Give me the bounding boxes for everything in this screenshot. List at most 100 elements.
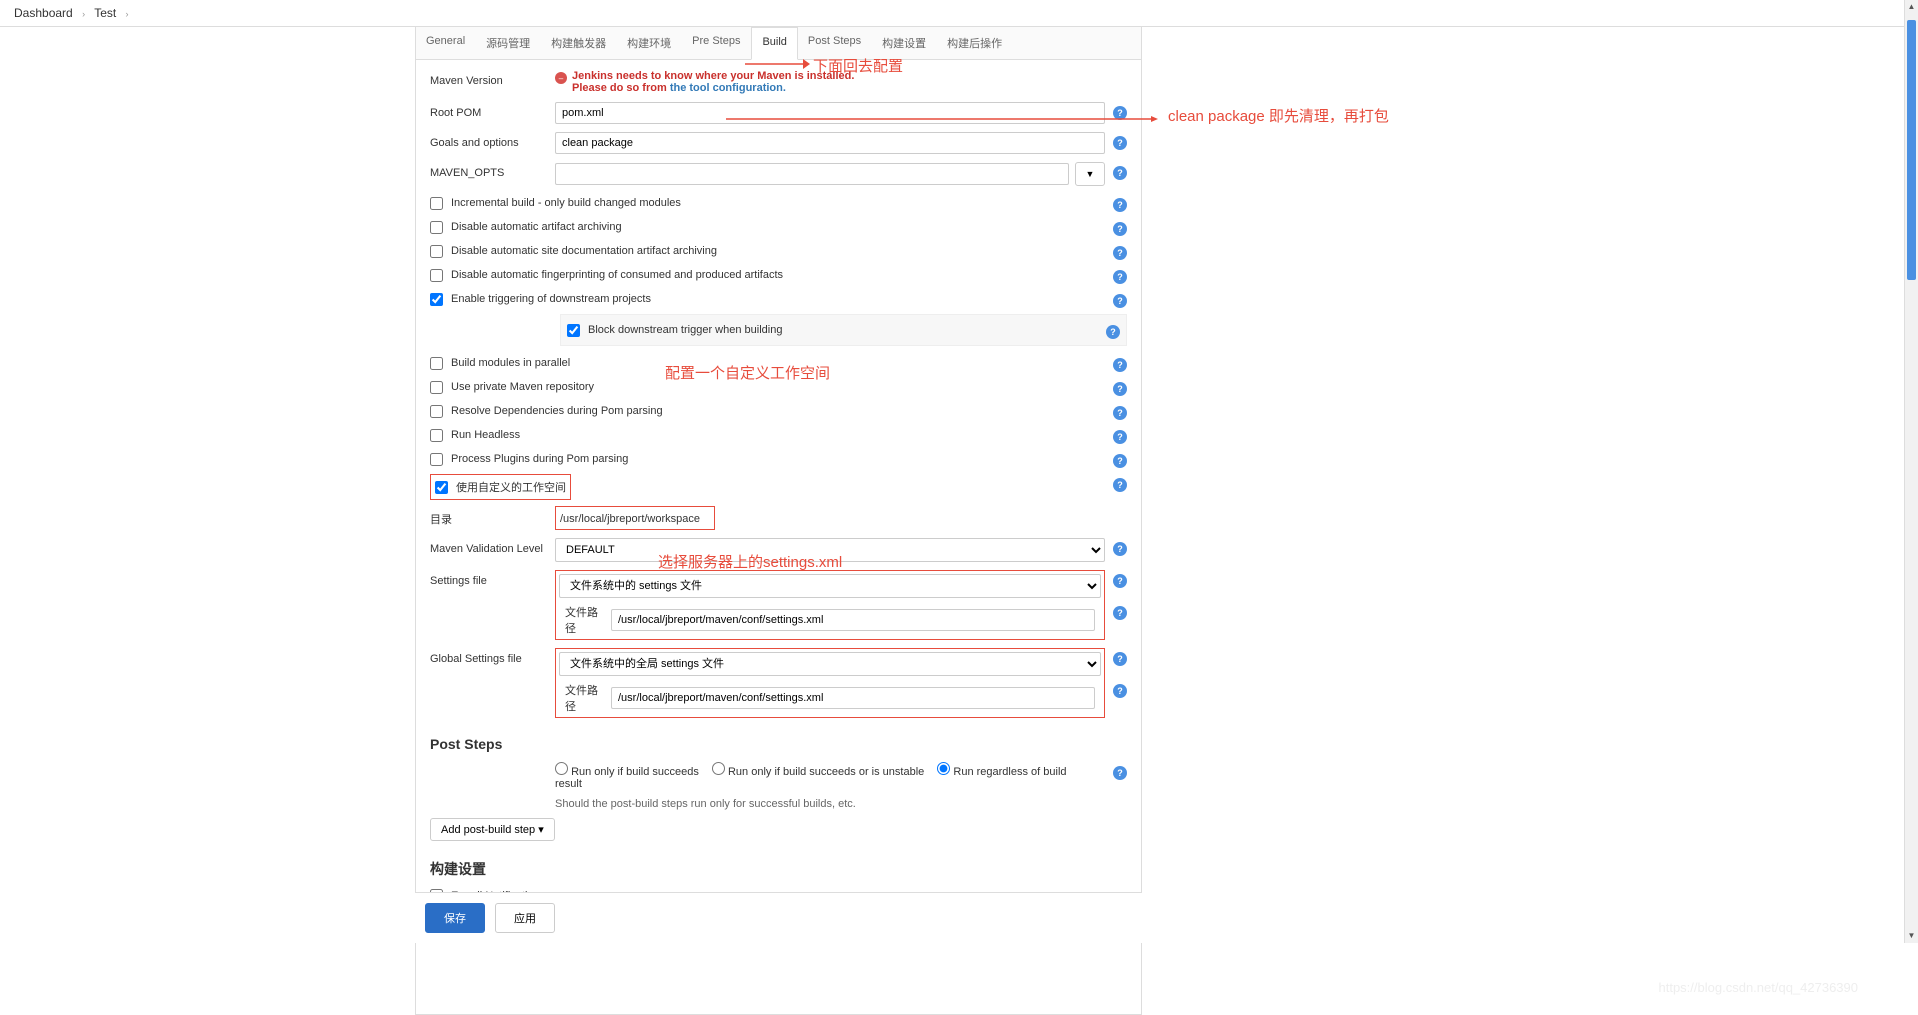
breadcrumb-test[interactable]: Test <box>94 6 116 20</box>
private-repo-check[interactable] <box>430 381 443 394</box>
help-icon[interactable]: ? <box>1113 766 1127 780</box>
settings-file-select[interactable]: 文件系统中的 settings 文件 <box>559 574 1101 598</box>
radio-regardless[interactable] <box>937 762 950 775</box>
root-pom-input[interactable] <box>555 102 1105 124</box>
custom-workspace-label: 使用自定义的工作空间 <box>456 479 566 495</box>
breadcrumb: Dashboard › Test › <box>0 0 1918 27</box>
post-steps-heading: Post Steps <box>430 736 1127 752</box>
disable-fingerprint-label: Disable automatic fingerprinting of cons… <box>451 269 1105 281</box>
help-icon[interactable]: ? <box>1113 136 1127 150</box>
tab-post-steps[interactable]: Post Steps <box>798 27 872 59</box>
directory-label: 目录 <box>430 506 555 527</box>
tab-triggers[interactable]: 构建触发器 <box>541 27 617 59</box>
expand-button[interactable]: ▼ <box>1075 162 1105 186</box>
config-panel: General 源码管理 构建触发器 构建环境 Pre Steps Build … <box>415 27 1142 1015</box>
help-icon[interactable]: ? <box>1113 406 1127 420</box>
help-icon[interactable]: ? <box>1113 270 1127 284</box>
help-icon[interactable]: ? <box>1113 606 1127 620</box>
help-icon[interactable]: ? <box>1113 684 1127 698</box>
help-icon[interactable]: ? <box>1113 166 1127 180</box>
help-icon[interactable]: ? <box>1113 106 1127 120</box>
scroll-up-icon[interactable]: ▲ <box>1905 0 1918 14</box>
maven-warning: – Jenkins needs to know where your Maven… <box>555 70 1127 94</box>
disable-site-label: Disable automatic site documentation art… <box>451 245 1105 257</box>
help-icon[interactable]: ? <box>1113 652 1127 666</box>
post-steps-radio-group: Run only if build succeeds Run only if b… <box>555 762 1105 790</box>
private-repo-label: Use private Maven repository <box>451 381 1105 393</box>
help-icon[interactable]: ? <box>1113 382 1127 396</box>
radio-success[interactable] <box>555 762 568 775</box>
add-post-build-step-button[interactable]: Add post-build step ▾ <box>430 818 555 841</box>
file-path-label: 文件路径 <box>565 682 605 714</box>
tab-build[interactable]: Build <box>751 27 797 60</box>
help-icon[interactable]: ? <box>1113 478 1127 492</box>
validation-label: Maven Validation Level <box>430 538 555 555</box>
help-icon[interactable]: ? <box>1113 454 1127 468</box>
error-icon: – <box>555 72 567 84</box>
disable-site-check[interactable] <box>430 245 443 258</box>
global-settings-select[interactable]: 文件系统中的全局 settings 文件 <box>559 652 1101 676</box>
block-downstream-label: Block downstream trigger when building <box>588 324 1098 336</box>
tab-build-settings[interactable]: 构建设置 <box>872 27 937 59</box>
headless-check[interactable] <box>430 429 443 442</box>
parallel-check[interactable] <box>430 357 443 370</box>
action-bar: 保存 应用 <box>415 892 1142 943</box>
headless-label: Run Headless <box>451 429 1105 441</box>
tab-pre-steps[interactable]: Pre Steps <box>682 27 751 59</box>
process-plugins-check[interactable] <box>430 453 443 466</box>
help-icon[interactable]: ? <box>1113 574 1127 588</box>
maven-opts-label: MAVEN_OPTS <box>430 162 555 179</box>
help-icon[interactable]: ? <box>1113 222 1127 236</box>
help-icon[interactable]: ? <box>1113 294 1127 308</box>
goals-label: Goals and options <box>430 132 555 149</box>
enable-triggering-label: Enable triggering of downstream projects <box>451 293 1105 305</box>
help-icon[interactable]: ? <box>1113 430 1127 444</box>
scroll-down-icon[interactable]: ▼ <box>1905 929 1918 943</box>
help-icon[interactable]: ? <box>1106 325 1120 339</box>
warn-text-2: Please do so from <box>572 82 670 94</box>
chevron-right-icon: › <box>82 9 85 19</box>
radio-unstable[interactable] <box>712 762 725 775</box>
maven-version-label: Maven Version <box>430 70 555 87</box>
global-settings-label: Global Settings file <box>430 648 555 665</box>
breadcrumb-dashboard[interactable]: Dashboard <box>14 6 73 20</box>
enable-triggering-check[interactable] <box>430 293 443 306</box>
chevron-right-icon: › <box>126 9 129 19</box>
resolve-deps-check[interactable] <box>430 405 443 418</box>
help-icon[interactable]: ? <box>1113 358 1127 372</box>
tab-scm[interactable]: 源码管理 <box>476 27 541 59</box>
build-settings-heading: 构建设置 <box>430 859 1127 879</box>
help-icon[interactable]: ? <box>1113 246 1127 260</box>
apply-button[interactable]: 应用 <box>495 903 555 933</box>
help-icon[interactable]: ? <box>1113 198 1127 212</box>
resolve-deps-label: Resolve Dependencies during Pom parsing <box>451 405 1105 417</box>
root-pom-label: Root POM <box>430 102 555 119</box>
parallel-label: Build modules in parallel <box>451 357 1105 369</box>
save-button[interactable]: 保存 <box>425 903 485 933</box>
settings-path-input[interactable] <box>611 609 1095 631</box>
disable-archiving-check[interactable] <box>430 221 443 234</box>
scrollbar-thumb[interactable] <box>1907 20 1916 280</box>
goals-input[interactable] <box>555 132 1105 154</box>
tool-config-link[interactable]: the tool configuration. <box>670 82 786 94</box>
validation-select[interactable]: DEFAULT <box>555 538 1105 562</box>
watermark: https://blog.csdn.net/qq_42736390 <box>1659 980 1859 995</box>
file-path-label: 文件路径 <box>565 604 605 636</box>
config-tabs: General 源码管理 构建触发器 构建环境 Pre Steps Build … <box>416 27 1141 60</box>
help-icon[interactable]: ? <box>1113 542 1127 556</box>
warn-text-1: Jenkins needs to know where your Maven i… <box>572 70 854 82</box>
incremental-check[interactable] <box>430 197 443 210</box>
settings-file-label: Settings file <box>430 570 555 587</box>
tab-general[interactable]: General <box>416 27 476 59</box>
tab-env[interactable]: 构建环境 <box>617 27 682 59</box>
disable-archiving-label: Disable automatic artifact archiving <box>451 221 1105 233</box>
disable-fingerprint-check[interactable] <box>430 269 443 282</box>
block-downstream-check[interactable] <box>567 324 580 337</box>
tab-post-build[interactable]: 构建后操作 <box>937 27 1013 59</box>
custom-workspace-check[interactable] <box>435 481 448 494</box>
scrollbar[interactable]: ▲ ▼ <box>1904 0 1918 943</box>
process-plugins-label: Process Plugins during Pom parsing <box>451 453 1105 465</box>
maven-opts-input[interactable] <box>555 163 1069 185</box>
global-path-input[interactable] <box>611 687 1095 709</box>
incremental-label: Incremental build - only build changed m… <box>451 197 1105 209</box>
